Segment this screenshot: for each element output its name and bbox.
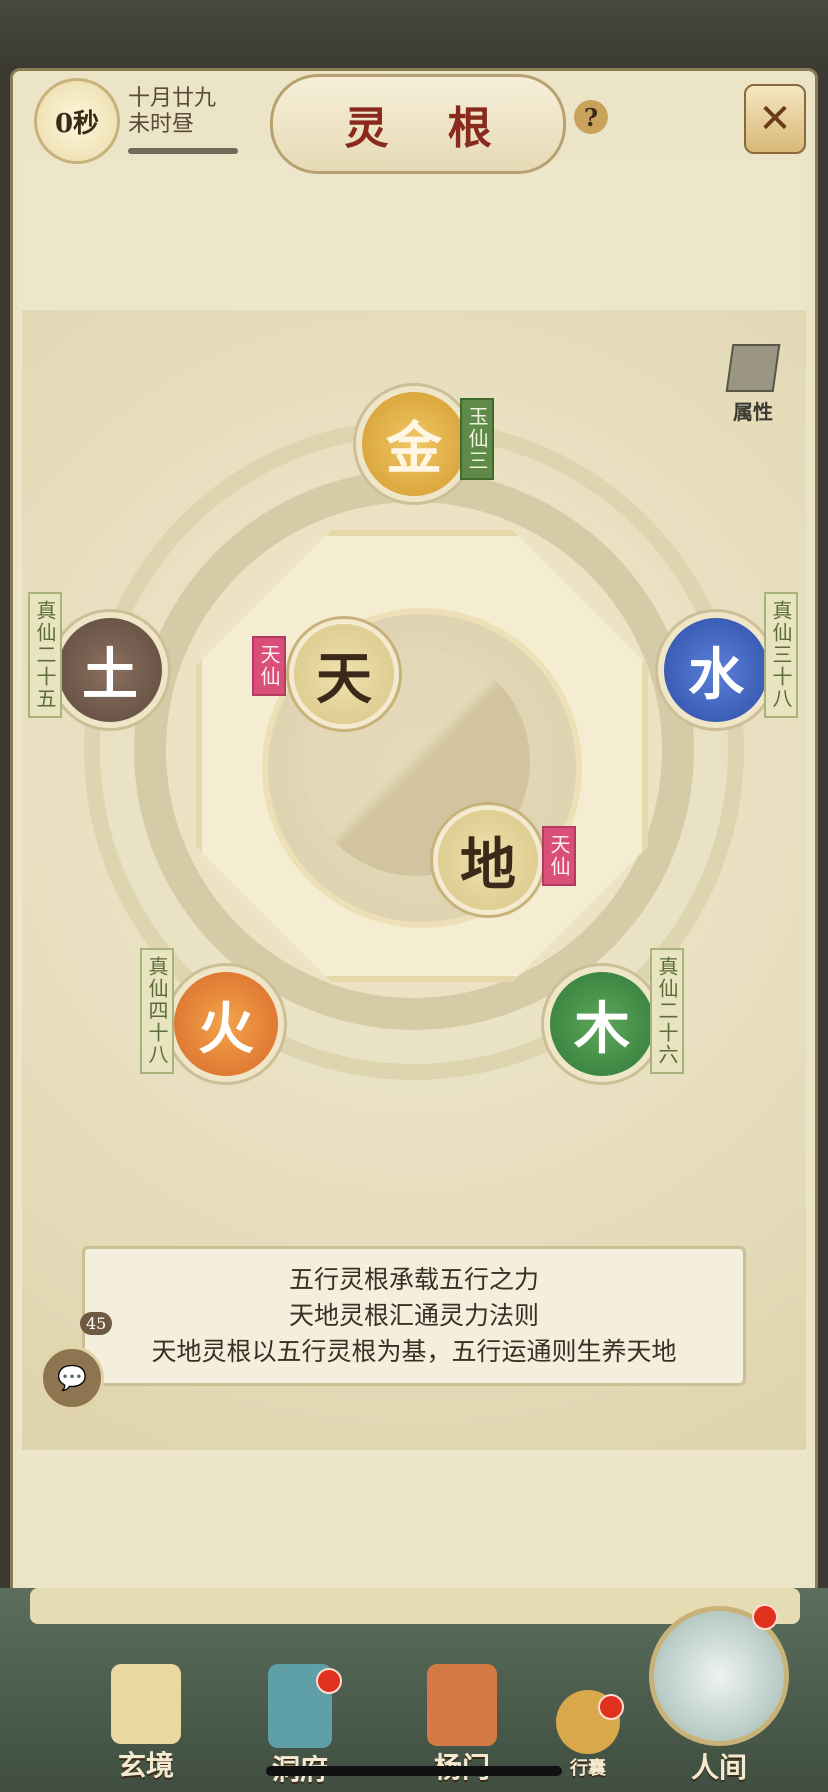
top-status-band [0, 0, 828, 70]
earth-law-root-orb[interactable]: 地 [438, 810, 538, 910]
wood-root-orb[interactable]: 木 [550, 972, 654, 1076]
game-date: 十月廿九 未时昼 [128, 86, 216, 138]
description-line2: 天地灵根汇通灵力法则 [288, 1301, 539, 1330]
xingnang-notification-dot [598, 1694, 624, 1720]
description-box: 五行灵根承载五行之力 天地灵根汇通灵力法则 天地灵根以五行灵根为基，五行运通则生… [82, 1246, 746, 1386]
timer-badge: 0秒 [34, 78, 120, 164]
description-line1: 五行灵根承载五行之力 [288, 1265, 539, 1294]
chat-bubble-icon: 💬 [57, 1364, 87, 1392]
close-button[interactable]: ✕ [744, 84, 806, 154]
title-plate: 灵 根 [270, 74, 566, 174]
nav-xuanjing[interactable]: 玄境 [86, 1664, 206, 1784]
heaven-root-orb[interactable]: 天 [294, 624, 394, 724]
wood-rank-tag: 真仙二十六 [650, 948, 684, 1074]
earth-rank-tag: 真仙二十五 [28, 592, 62, 718]
fire-root-orb[interactable]: 火 [174, 972, 278, 1076]
date-progress-bar [128, 148, 238, 154]
nav-renjian-label: 人间 [690, 1751, 747, 1784]
description-line3: 天地灵根以五行灵根为基，五行运通则生养天地 [151, 1337, 677, 1366]
nav-xuanjing-label: 玄境 [117, 1749, 174, 1782]
page-title: 灵 根 [344, 103, 514, 154]
chat-count-badge: 45 [80, 1312, 113, 1335]
date-line2: 未时昼 [128, 112, 195, 137]
water-rank-tag: 真仙三十八 [764, 592, 798, 718]
fire-rank-tag: 真仙四十八 [140, 948, 174, 1074]
nav-renjian[interactable]: 人间 [644, 1606, 794, 1786]
dongfu-notification-dot [316, 1668, 342, 1694]
date-line1: 十月廿九 [128, 86, 217, 111]
metal-rank-tag: 玉仙三 [460, 398, 494, 480]
attributes-button[interactable]: 属性 [716, 344, 790, 424]
chat-button[interactable]: 💬 [40, 1346, 104, 1410]
heaven-rank-tag: 天仙 [252, 636, 286, 696]
water-root-orb[interactable]: 水 [664, 618, 768, 722]
attributes-label: 属性 [733, 400, 773, 424]
metal-root-orb[interactable]: 金 [362, 392, 466, 496]
earth-root-orb[interactable]: 土 [58, 618, 162, 722]
scroll-icon [111, 1664, 181, 1744]
book-icon [725, 344, 781, 392]
renjian-notification-dot [752, 1604, 778, 1630]
help-icon[interactable]: ? [574, 100, 608, 134]
banner-icon [427, 1664, 497, 1746]
earth-law-rank-tag: 天仙 [542, 826, 576, 886]
home-indicator [266, 1766, 562, 1776]
